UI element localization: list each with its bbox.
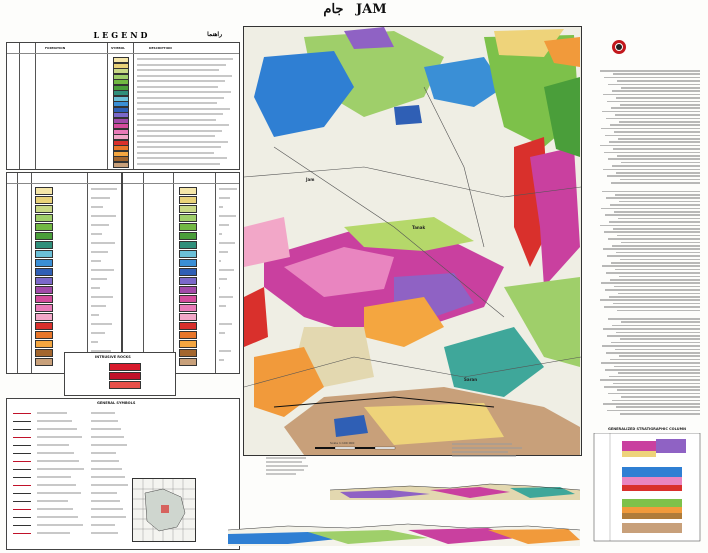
column-header-formation: FORMATION: [45, 46, 66, 50]
legend-swatch: [179, 349, 197, 357]
legend-swatch: [35, 349, 53, 357]
symbol-line: [13, 469, 31, 470]
legend-swatch: [179, 358, 197, 366]
legend-swatch: [179, 196, 197, 204]
general-symbols-heading: GENERAL SYMBOLS: [97, 401, 136, 405]
legend-swatch: [35, 268, 53, 276]
legend-swatch: [179, 205, 197, 213]
legend-swatch: [35, 214, 53, 222]
symbol-line: [13, 429, 31, 430]
cross-section-upper: [330, 483, 580, 500]
legend-swatch: [179, 241, 197, 249]
legend-swatch: [113, 161, 129, 168]
legend-swatch: [179, 340, 197, 348]
legend-swatch: [35, 187, 53, 195]
strat-section-title: GENERALIZED STRATIGRAPHIC COLUMN: [607, 427, 687, 431]
legend-table-lower-left: [6, 172, 122, 374]
symbol-line: [13, 533, 31, 534]
geological-map-sheet: جام JAM LEGEND راهنما FORMATION SYMBOL D…: [0, 0, 708, 553]
symbol-line: [13, 437, 31, 438]
symbol-line: [13, 461, 31, 462]
legend-swatch: [35, 286, 53, 294]
legend-swatch: [179, 232, 197, 240]
legend-swatch: [35, 331, 53, 339]
legend-swatch: [179, 223, 197, 231]
index-map-grid: [133, 479, 195, 541]
column-header-description: DESCRIPTION: [149, 46, 172, 50]
symbol-line: [13, 517, 31, 518]
legend-swatch: [35, 205, 53, 213]
legend-swatch: [179, 259, 197, 267]
symbol-line: [13, 453, 31, 454]
explanatory-text-column: [588, 26, 704, 421]
legend-swatch: [35, 322, 53, 330]
scale-bar: Scale 1:100 000: [310, 441, 400, 455]
legend-swatch: [179, 304, 197, 312]
geological-map[interactable]: Jam Tanak Saran: [243, 26, 582, 456]
legend-swatch: [35, 304, 53, 312]
legend-swatch: [179, 295, 197, 303]
legend-swatch: [179, 286, 197, 294]
organization-logo: [612, 40, 694, 60]
symbol-line: [13, 501, 31, 502]
map-canvas: [244, 27, 581, 455]
map-title-english: JAM: [355, 2, 387, 17]
legend-swatch: [179, 187, 197, 195]
legend-table-upper: FORMATION SYMBOL DESCRIPTION: [6, 42, 240, 170]
strat-column-graphic: [593, 433, 701, 542]
place-label-tanak: Tanak: [412, 225, 426, 230]
map-title: جام JAM: [300, 2, 410, 17]
legend-intrusive-rocks: INTRUSIVE ROCKS: [64, 352, 176, 396]
symbol-line: [13, 525, 31, 526]
legend-swatch: [35, 232, 53, 240]
legend-swatch: [35, 358, 53, 366]
legend-swatch: [179, 277, 197, 285]
place-label-jam: Jam: [306, 177, 315, 182]
intrusive-swatch-1: [109, 363, 141, 371]
legend-swatch: [179, 268, 197, 276]
legend-swatch: [35, 259, 53, 267]
symbol-line: [13, 445, 31, 446]
unit-red-southwest: [244, 287, 268, 347]
unit-blue-small: [394, 105, 422, 125]
scale-text: Scale 1:100 000: [330, 441, 355, 445]
scale-bar-graphic: [315, 446, 396, 450]
legend-swatch: [179, 313, 197, 321]
symbol-line: [13, 413, 31, 414]
symbol-line: [13, 477, 31, 478]
intrusive-rocks-heading: INTRUSIVE ROCKS: [95, 355, 131, 359]
stratigraphic-section: GENERALIZED STRATIGRAPHIC COLUMN: [590, 425, 704, 549]
legend-swatch: [179, 322, 197, 330]
legend-panel: LEGEND راهنما FORMATION SYMBOL DESCRIPTI…: [4, 26, 240, 550]
symbol-line: [13, 485, 31, 486]
intrusive-swatch-3: [109, 381, 141, 389]
symbol-line: [13, 493, 31, 494]
intrusive-swatch-2: [109, 372, 141, 380]
place-label-saran: Saran: [464, 377, 478, 382]
symbol-line: [13, 509, 31, 510]
column-header-symbol: SYMBOL: [111, 46, 126, 50]
legend-swatch: [179, 331, 197, 339]
legend-table-lower-right: [122, 172, 240, 374]
legend-swatch: [35, 340, 53, 348]
legend-swatch: [35, 250, 53, 258]
legend-heading-persian: راهنما: [207, 31, 222, 38]
legend-swatch: [35, 313, 53, 321]
legend-swatch: [35, 277, 53, 285]
legend-swatch: [179, 214, 197, 222]
legend-general-symbols: GENERAL SYMBOLS: [6, 398, 240, 550]
map-title-persian: جام: [323, 2, 344, 17]
legend-heading: LEGEND راهنما: [93, 30, 222, 40]
legend-swatch: [35, 241, 53, 249]
legend-swatch: [35, 223, 53, 231]
symbol-line: [13, 421, 31, 422]
cross-section-lower: [228, 523, 580, 546]
index-map: [132, 478, 196, 542]
legend-swatch: [35, 196, 53, 204]
legend-swatch: [35, 295, 53, 303]
legend-swatch: [179, 250, 197, 258]
